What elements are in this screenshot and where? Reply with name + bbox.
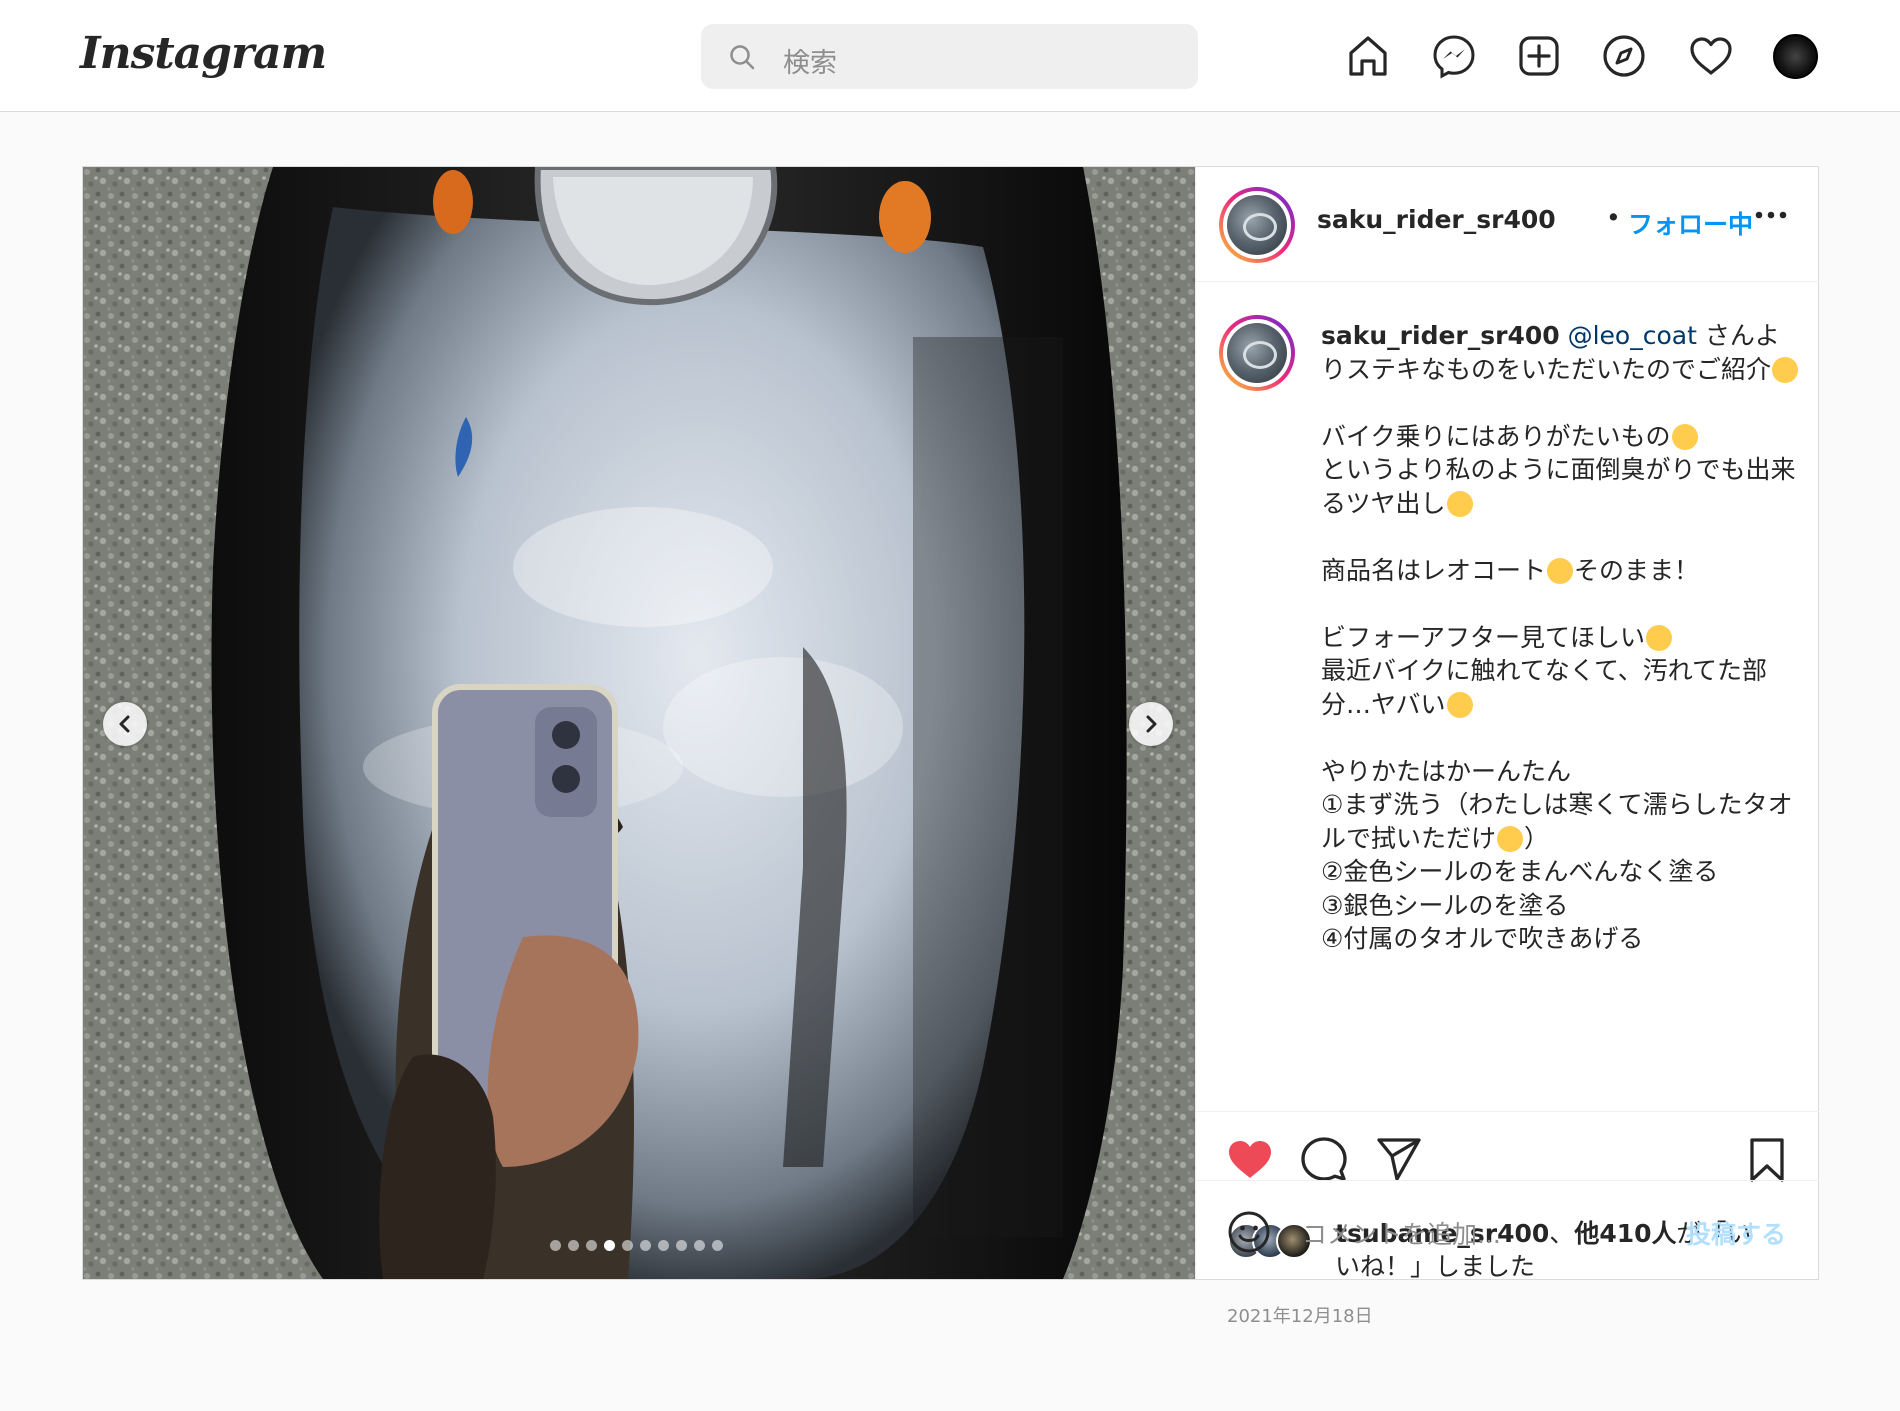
comment-bubble-icon: [1301, 1137, 1347, 1181]
carousel-dot: [568, 1240, 579, 1251]
caption-scroll-area[interactable]: saku_rider_sr400 @leo_coat さんよりステキなものをいた…: [1196, 283, 1819, 1111]
messenger-icon[interactable]: [1431, 33, 1477, 79]
smile-emoji-icon: [1446, 490, 1473, 517]
caption-text: ②金色シールのをまんべんなく塗る: [1321, 857, 1719, 886]
carousel-dot: [712, 1240, 723, 1251]
author-username[interactable]: saku_rider_sr400: [1317, 205, 1556, 234]
caption-text: 商品名はレオコート: [1321, 555, 1547, 585]
save-button[interactable]: [1743, 1136, 1791, 1184]
carousel-indicator: [550, 1240, 723, 1252]
carousel-dot: [640, 1240, 651, 1251]
caption-text: ）: [1524, 823, 1550, 853]
chevron-right-icon: [1146, 715, 1157, 733]
post-side-panel: saku_rider_sr400 • フォロー中 saku_rider_sr40…: [1195, 167, 1819, 1327]
carousel-prev-button[interactable]: [103, 702, 147, 746]
comment-button[interactable]: [1300, 1136, 1348, 1184]
profile-avatar[interactable]: [1773, 34, 1818, 79]
carousel-dot: [604, 1240, 615, 1251]
caption-text: ③銀色シールのを塗る: [1321, 890, 1569, 920]
carousel-dot: [550, 1240, 561, 1251]
like-button[interactable]: [1226, 1136, 1274, 1184]
grin-squint-emoji-icon: [1547, 557, 1574, 584]
caption-text: やりかたはかーんたん: [1321, 756, 1572, 786]
heart-filled-icon: [1229, 1141, 1271, 1178]
carousel-dot: [658, 1240, 669, 1251]
explore-icon[interactable]: [1601, 33, 1647, 79]
carousel-dot: [694, 1240, 705, 1251]
search-icon: [730, 45, 755, 70]
top-nav-bar: Instagram 検索: [0, 0, 1900, 112]
share-button[interactable]: [1375, 1136, 1423, 1184]
caption-text: というより私のように面倒臭がりでも出来るツヤ出し: [1321, 455, 1796, 518]
motorcycle-fender-photo: [83, 167, 1195, 1279]
zany-emoji-icon: [1497, 825, 1524, 852]
chevron-left-icon: [119, 715, 130, 733]
rofl-emoji-icon: [1446, 691, 1473, 718]
comment-composer: コメントを追加... 投稿する: [1196, 1180, 1819, 1279]
header-separator: •: [1606, 203, 1621, 232]
caption-text: バイク乗りにはありがたいもの: [1321, 421, 1671, 451]
comment-input[interactable]: コメントを追加...: [1302, 1215, 1501, 1251]
search-input[interactable]: 検索: [783, 41, 837, 80]
post-header: saku_rider_sr400 • フォロー中: [1196, 167, 1819, 282]
post-comment-button[interactable]: 投稿する: [1686, 1215, 1786, 1251]
paper-plane-icon: [1377, 1138, 1421, 1181]
home-icon[interactable]: [1345, 33, 1391, 79]
caption-author-avatar[interactable]: [1219, 315, 1295, 391]
new-post-icon[interactable]: [1516, 33, 1562, 79]
heart-eyes-emoji-icon: [1671, 423, 1698, 450]
caption-mention-link[interactable]: @leo_coat: [1568, 321, 1697, 350]
search-box[interactable]: 検索: [701, 24, 1198, 89]
caption-text: ビフォーアフター見てほしい: [1321, 622, 1646, 652]
carousel-next-button[interactable]: [1129, 702, 1173, 746]
activity-heart-icon[interactable]: [1688, 33, 1734, 79]
carousel-dot: [676, 1240, 687, 1251]
bookmark-icon: [1750, 1138, 1784, 1182]
caption-text: 最近バイクに触れてなくて、汚れてた部分…ヤバい: [1321, 656, 1768, 719]
caption-text: そのまま！: [1574, 555, 1700, 585]
more-options-icon[interactable]: [1751, 195, 1791, 235]
post-image[interactable]: [83, 167, 1195, 1279]
post-card: saku_rider_sr400 • フォロー中 saku_rider_sr40…: [82, 166, 1819, 1327]
emoji-picker-icon[interactable]: [1227, 1210, 1271, 1254]
following-button[interactable]: フォロー中: [1628, 205, 1753, 241]
author-avatar[interactable]: [1219, 187, 1295, 263]
carousel-dot: [622, 1240, 633, 1251]
carousel-dot: [586, 1240, 597, 1251]
instagram-logo[interactable]: Instagram: [80, 28, 327, 79]
caption-username[interactable]: saku_rider_sr400: [1321, 321, 1560, 350]
post-date[interactable]: 2021年12月18日: [1227, 1302, 1373, 1328]
grin-squint-emoji-icon: [1646, 624, 1673, 651]
caption-text: ①まず洗う（わたしは寒くて濡らしたタオルで拭いただけ: [1321, 790, 1793, 853]
post-caption: saku_rider_sr400 @leo_coat さんよりステキなものをいた…: [1321, 319, 1801, 956]
heart-eyes-emoji-icon: [1772, 356, 1799, 383]
caption-text: ④付属のタオルで吹きあげる: [1321, 924, 1644, 953]
